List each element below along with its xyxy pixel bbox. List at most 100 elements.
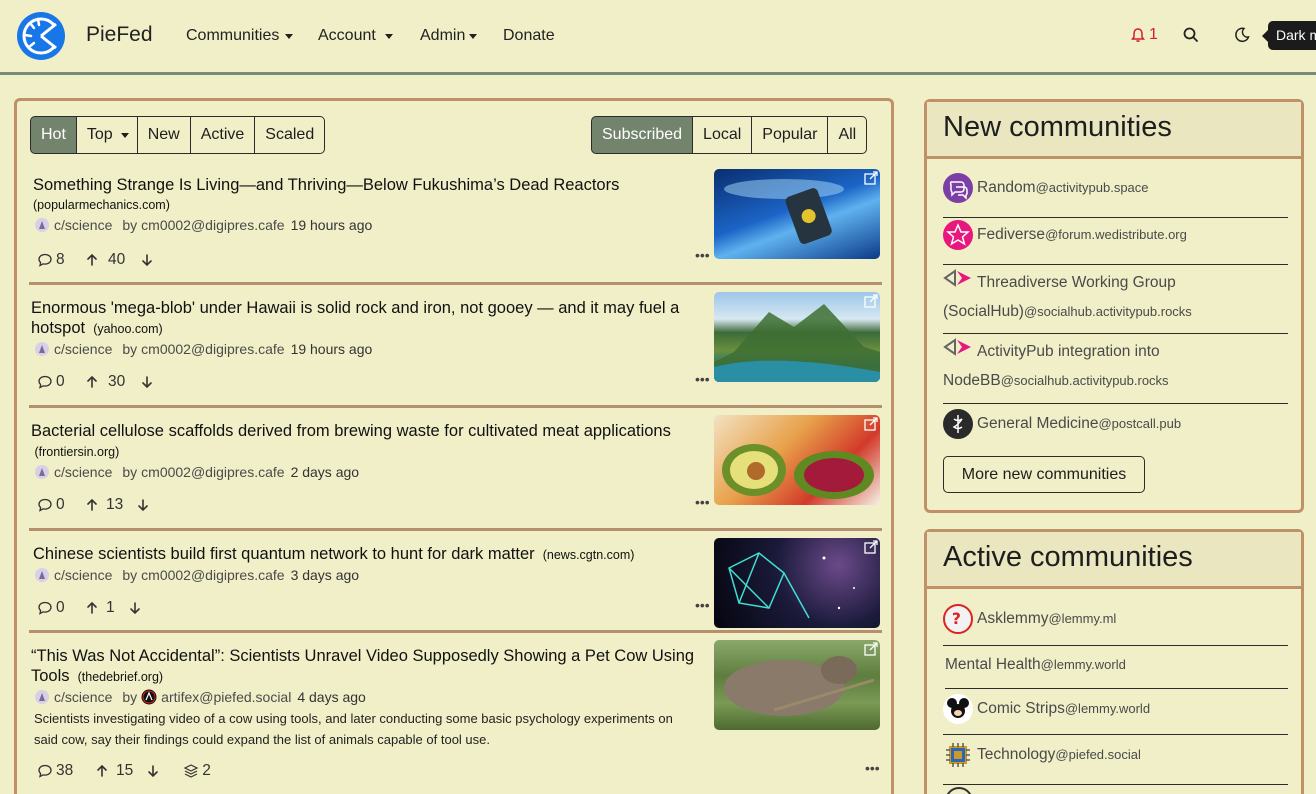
- post-thumbnail[interactable]: [714, 415, 880, 505]
- scope-subscribed[interactable]: Subscribed: [591, 116, 694, 154]
- nav-communities[interactable]: Communities: [186, 27, 294, 45]
- search-icon[interactable]: [1182, 26, 1200, 44]
- crosspost-layers-icon[interactable]: [183, 763, 199, 779]
- community-item[interactable]: Fediverse@forum.wedistribute.org: [943, 220, 1288, 265]
- post-thumbnail[interactable]: [714, 169, 880, 259]
- comment-count[interactable]: 38: [56, 762, 94, 780]
- post-author[interactable]: artifex@piefed.social: [161, 689, 291, 705]
- scope-popular[interactable]: Popular: [752, 116, 829, 154]
- scope-all[interactable]: All: [828, 116, 868, 154]
- comment-icon[interactable]: [37, 374, 53, 390]
- post-title-text[interactable]: Something Strange Is Living—and Thriving…: [33, 176, 619, 194]
- post-title[interactable]: Bacterial cellulose scaffolds derived fr…: [31, 421, 706, 462]
- comment-count[interactable]: 0: [56, 599, 84, 617]
- community-item[interactable]: Technology@piefed.social: [943, 740, 1288, 785]
- community-instance: @postcall.pub: [1098, 416, 1182, 432]
- community-item[interactable]: General Medicine@postcall.pub: [943, 409, 1288, 447]
- upvote-arrow-icon[interactable]: [84, 252, 100, 268]
- community-instance: @socialhub.activitypub.rocks: [1023, 304, 1192, 319]
- nav-account[interactable]: Account: [318, 27, 393, 45]
- navbar: PieFed Communities Account Admin Donate …: [0, 0, 1316, 75]
- comment-icon[interactable]: [37, 763, 53, 779]
- science-community-icon: [35, 690, 49, 704]
- nav-admin[interactable]: Admin: [420, 27, 478, 45]
- upvote-arrow-icon[interactable]: [84, 497, 100, 513]
- post-domain[interactable]: (news.cgtn.com): [539, 548, 635, 562]
- scope-local[interactable]: Local: [693, 116, 753, 154]
- community-name: Technology: [977, 746, 1056, 764]
- comment-icon[interactable]: [37, 600, 53, 616]
- post-title[interactable]: Enormous 'mega-blob' under Hawaii is sol…: [31, 298, 706, 339]
- piefed-logo-icon[interactable]: [16, 11, 66, 61]
- community-name: Threadiverse Working Group: [977, 274, 1176, 292]
- post-domain[interactable]: (yahoo.com): [90, 322, 163, 336]
- food-image: [722, 444, 874, 499]
- post-thumbnail[interactable]: [714, 538, 880, 628]
- post-domain[interactable]: (popularmechanics.com): [33, 195, 708, 215]
- more-options-icon[interactable]: •••: [695, 371, 710, 387]
- downvote-arrow-icon[interactable]: [127, 600, 143, 616]
- hawaii-landscape-image: [714, 304, 880, 382]
- downvote-arrow-icon[interactable]: [139, 374, 155, 390]
- community-item[interactable]: Threadiverse Working Group (SocialHub)@s…: [943, 268, 1288, 334]
- upvote-arrow-icon[interactable]: [94, 763, 110, 779]
- post-title[interactable]: Something Strange Is Living—and Thriving…: [33, 175, 708, 215]
- external-link-icon[interactable]: [864, 294, 878, 308]
- more-options-icon[interactable]: •••: [865, 760, 880, 776]
- post-title-text[interactable]: Chinese scientists build first quantum n…: [33, 545, 535, 563]
- more-options-icon[interactable]: •••: [695, 247, 710, 263]
- crosspost-count[interactable]: 2: [202, 762, 211, 780]
- post-author[interactable]: cm0002@digipres.cafe: [141, 567, 284, 583]
- post-community[interactable]: c/science: [54, 689, 112, 705]
- moon-icon[interactable]: [1233, 26, 1251, 44]
- comment-icon[interactable]: [37, 252, 53, 268]
- post-actions: 0 13: [37, 496, 151, 514]
- downvote-arrow-icon[interactable]: [135, 497, 151, 513]
- sort-active[interactable]: Active: [190, 116, 256, 154]
- post-thumbnail[interactable]: [714, 292, 880, 382]
- sort-hot[interactable]: Hot: [30, 116, 77, 154]
- caret-down-icon: [469, 33, 478, 39]
- more-options-icon[interactable]: •••: [695, 494, 710, 510]
- comment-count[interactable]: 8: [56, 251, 84, 269]
- post-domain[interactable]: (thedebrief.org): [74, 670, 163, 684]
- community-item[interactable]: ? Asklemmy@lemmy.ml: [943, 604, 1288, 646]
- post-title[interactable]: Chinese scientists build first quantum n…: [33, 544, 708, 565]
- external-link-icon[interactable]: [864, 171, 878, 185]
- more-options-icon[interactable]: •••: [695, 597, 710, 613]
- post-author[interactable]: cm0002@digipres.cafe: [141, 341, 284, 357]
- external-link-icon[interactable]: [864, 540, 878, 554]
- upvote-arrow-icon[interactable]: [84, 374, 100, 390]
- post-author[interactable]: cm0002@digipres.cafe: [141, 464, 284, 480]
- sort-top[interactable]: Top: [76, 116, 138, 154]
- comment-icon[interactable]: [37, 497, 53, 513]
- community-item[interactable]: Mental Health@lemmy.world: [945, 656, 1288, 689]
- community-name: Fediverse: [977, 226, 1046, 244]
- external-link-icon[interactable]: [864, 642, 878, 656]
- comment-count[interactable]: 0: [56, 496, 84, 514]
- more-new-communities-button[interactable]: More new communities: [943, 456, 1145, 493]
- sort-new[interactable]: New: [137, 116, 191, 154]
- comment-count[interactable]: 0: [56, 373, 84, 391]
- nav-donate[interactable]: Donate: [503, 27, 555, 45]
- community-item[interactable]: Comic Strips@lemmy.world: [943, 694, 1288, 735]
- downvote-arrow-icon[interactable]: [145, 763, 161, 779]
- post-author[interactable]: cm0002@digipres.cafe: [141, 217, 284, 233]
- brand-name[interactable]: PieFed: [86, 23, 153, 47]
- sort-scaled[interactable]: Scaled: [255, 116, 326, 154]
- asklemmy-question-icon: ?: [943, 604, 973, 634]
- post-thumbnail[interactable]: [714, 640, 880, 730]
- post-title[interactable]: “This Was Not Accidental”: Scientists Un…: [31, 646, 706, 687]
- community-item[interactable]: ActivityPub integration into NodeBB@soci…: [943, 337, 1288, 404]
- external-link-icon[interactable]: [864, 417, 878, 431]
- notifications-button[interactable]: 1: [1130, 26, 1158, 44]
- post-community[interactable]: c/science: [54, 464, 112, 480]
- downvote-arrow-icon[interactable]: [139, 252, 155, 268]
- post-domain[interactable]: (frontiersin.org): [31, 445, 119, 459]
- post-title-text[interactable]: Bacterial cellulose scaffolds derived fr…: [31, 422, 671, 440]
- post-community[interactable]: c/science: [54, 341, 112, 357]
- community-item[interactable]: Random@activitypub.space: [943, 173, 1288, 218]
- upvote-arrow-icon[interactable]: [84, 600, 100, 616]
- post-community[interactable]: c/science: [54, 217, 112, 233]
- post-community[interactable]: c/science: [54, 567, 112, 583]
